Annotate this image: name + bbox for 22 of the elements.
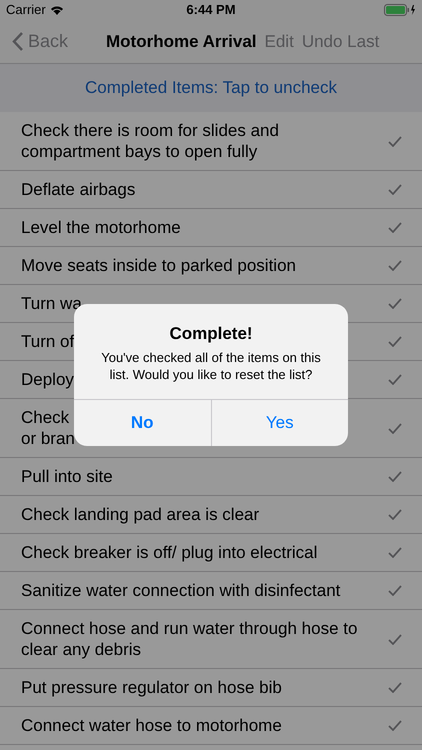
clock: 6:44 PM [186, 1, 236, 20]
alert-message: You've checked all of the items on this list. Would you like to reset the list? [100, 348, 322, 382]
alert-button[interactable]: Yes [210, 400, 348, 446]
checklist-item-text[interactable]: Check landing pad area is clear [21, 504, 376, 525]
carrier-label: Carrier [6, 1, 46, 20]
checklist-item-text[interactable]: Put pressure regulator on hose bib [21, 677, 376, 698]
checklist-item-text[interactable]: Sanitize water connection with disinfectant [21, 580, 376, 601]
chevron-left-icon [12, 31, 24, 52]
checklist-item-text[interactable]: Check breaker is off/ plug into electrical [21, 542, 376, 563]
checklist-item-text[interactable]: Check there is room for slides and compartment bays to open fully [21, 120, 376, 162]
alert-title: Complete! [169, 323, 253, 345]
wifi-icon [50, 5, 64, 15]
checklist-item-text[interactable]: Pull into site [21, 466, 376, 487]
battery-icon [384, 4, 416, 16]
section-header: Completed Items: Tap to uncheck [0, 64, 422, 112]
checklist-item-text[interactable]: Connect water hose to motorhome [21, 715, 376, 736]
checklist-item-text[interactable]: Connect hose and run water through hose to clear any debris [21, 618, 376, 660]
checklist-item-text[interactable]: Move seats inside to parked position [21, 255, 376, 276]
checklist-item-text[interactable]: Deflate airbags [21, 179, 376, 200]
checklist-item-text[interactable]: Level the motorhome [21, 217, 376, 238]
screen-title: Motorhome Arrival [106, 30, 257, 53]
alert-button[interactable]: No [74, 400, 210, 446]
